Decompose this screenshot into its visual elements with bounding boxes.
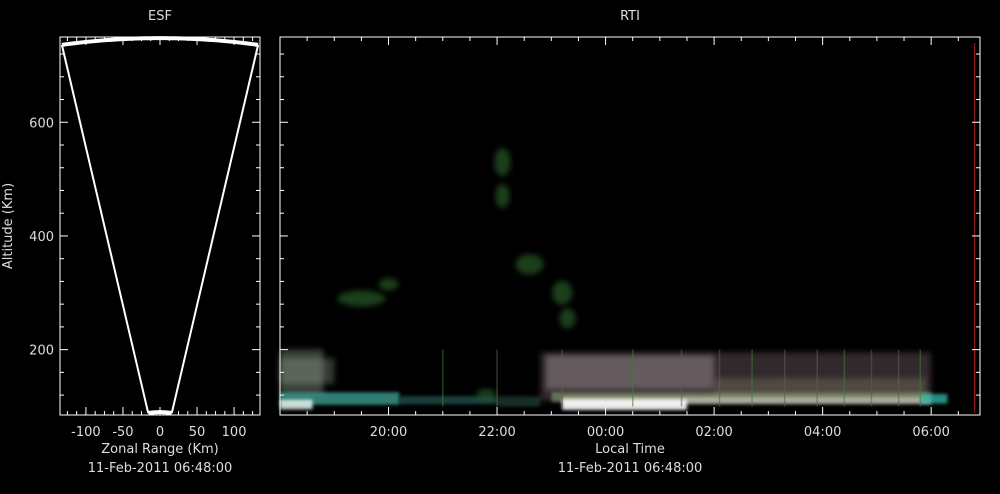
rti-xtick-label: 00:00 xyxy=(587,425,624,440)
esf-title: ESF xyxy=(148,9,172,24)
rti-xtick-label: 02:00 xyxy=(695,425,732,440)
esf-xtick-label: 50 xyxy=(189,425,206,440)
esf-ytick-label: 600 xyxy=(29,116,54,131)
esf-xtick-label: 100 xyxy=(222,425,247,440)
rti-xtick-label: 22:00 xyxy=(478,425,515,440)
esf-ylabel: Altitude (Km) xyxy=(1,183,16,269)
esf-rti-figure: ESF -100 -50 0 50 100 200 400 600 Zonal Range (… xyxy=(0,0,1000,490)
rti-plume xyxy=(552,280,573,305)
esf-ytick-label: 400 xyxy=(29,230,54,245)
esf-xtick-label: -100 xyxy=(71,425,101,440)
rti-plume xyxy=(495,184,510,209)
esf-inner-arc xyxy=(147,410,173,415)
rti-teal-band xyxy=(497,396,541,407)
rti-teal-tail xyxy=(920,393,948,404)
rti-xlabel: Local Time xyxy=(595,442,665,457)
figure-canvas: ESF -100 -50 0 50 100 200 400 600 Zonal Range (… xyxy=(0,0,1000,490)
rti-white-core xyxy=(562,399,687,410)
rti-bright-patch xyxy=(280,399,313,410)
rti-early-layer xyxy=(280,358,335,384)
rti-title: RTI xyxy=(620,9,640,24)
rti-plume xyxy=(559,308,576,329)
rti-night-layer xyxy=(545,355,715,390)
esf-xtick-label: -50 xyxy=(112,425,133,440)
esf-xlabel: Zonal Range (Km) xyxy=(101,442,218,457)
rti-plume xyxy=(494,148,511,177)
rti-plume xyxy=(476,388,497,399)
rti-xtick-label: 06:00 xyxy=(912,425,949,440)
esf-xtick-label: 0 xyxy=(156,425,164,440)
rti-xtick-label: 20:00 xyxy=(370,425,407,440)
rti-xtick-label: 04:00 xyxy=(804,425,841,440)
esf-timestamp: 11-Feb-2011 06:48:00 xyxy=(88,461,233,476)
rti-plume xyxy=(515,254,544,275)
rti-plume xyxy=(378,278,399,291)
esf-ytick-label: 200 xyxy=(29,344,54,359)
rti-timestamp: 11-Feb-2011 06:48:00 xyxy=(558,461,703,476)
rti-plume xyxy=(337,290,386,307)
